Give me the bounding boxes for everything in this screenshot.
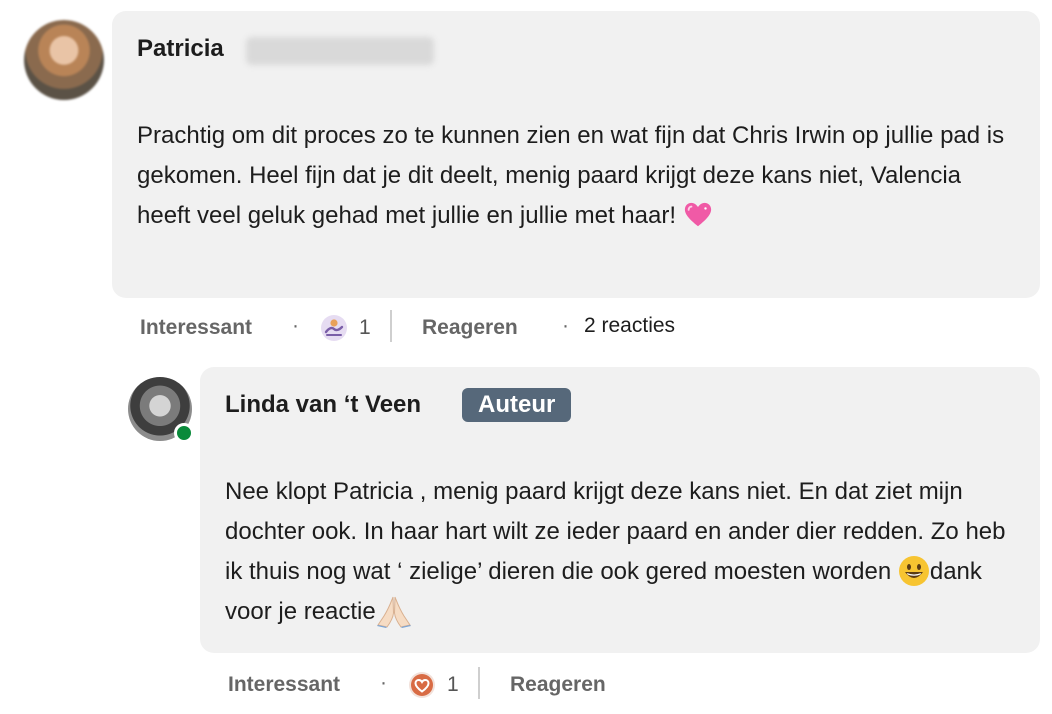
grinning-face-emoji-icon xyxy=(898,555,929,586)
avatar-patricia[interactable] xyxy=(24,20,104,100)
author-badge: Auteur xyxy=(462,388,572,422)
comment-text-content: Prachtig om dit proces zo te kunnen zien… xyxy=(137,122,1005,229)
redacted-surname xyxy=(246,37,434,65)
separator-dot: · xyxy=(562,314,569,337)
reply-text: Nee klopt Patricia , menig paard krijgt … xyxy=(225,472,1025,632)
love-reaction-icon[interactable] xyxy=(408,671,436,699)
divider xyxy=(478,667,480,699)
insightful-reaction-icon[interactable] xyxy=(320,314,348,342)
online-status-indicator xyxy=(174,423,194,443)
reaction-count[interactable]: 1 xyxy=(447,673,459,697)
reply-text-part1: Nee klopt Patricia , menig paard krijgt … xyxy=(225,478,1006,585)
reply-author-name[interactable]: Linda van ‘t Veen xyxy=(225,391,421,419)
replies-count-link[interactable]: 2 reacties xyxy=(584,314,675,338)
comment-text: Prachtig om dit proces zo te kunnen zien… xyxy=(137,116,1017,236)
separator-dot: · xyxy=(380,671,387,694)
reply-button[interactable]: Reageren xyxy=(510,673,606,697)
interesting-button[interactable]: Interessant xyxy=(228,673,340,697)
sparkling-heart-emoji-icon xyxy=(684,202,711,226)
separator-dot: · xyxy=(292,314,299,337)
interesting-button[interactable]: Interessant xyxy=(140,316,252,340)
divider xyxy=(390,310,392,342)
reaction-count[interactable]: 1 xyxy=(359,316,371,340)
reply-button[interactable]: Reageren xyxy=(422,316,518,340)
folded-hands-emoji-icon xyxy=(376,596,411,628)
comment-author-name[interactable]: Patricia xyxy=(137,35,224,63)
